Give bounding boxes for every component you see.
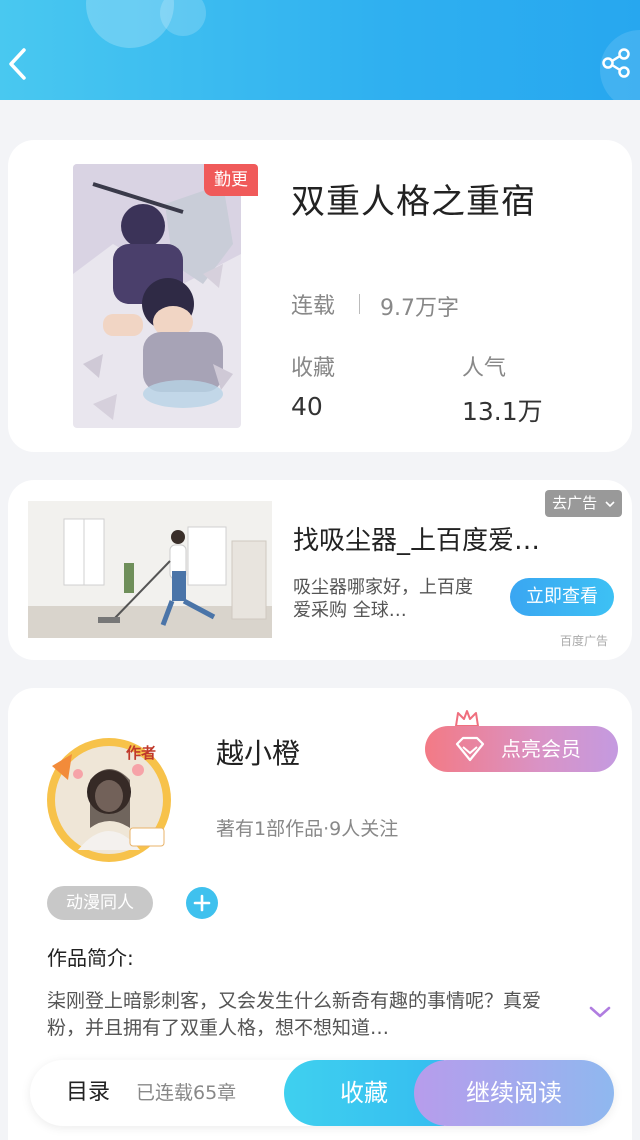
vip-label: 点亮会员 (501, 737, 581, 761)
book-info-card: 勤更 双重人格之重宿 连载 9.7万字 收藏 40 人气 13.1万 (8, 140, 632, 452)
book-status: 连载 (291, 294, 336, 319)
cover-illustration (73, 164, 241, 428)
chevron-down-icon (589, 1006, 611, 1018)
ad-photo (28, 501, 272, 638)
author-avatar[interactable]: 作者 (38, 730, 180, 866)
toc-button[interactable]: 目录 (66, 1060, 110, 1126)
author-meta: 著有1部作品·9人关注 (216, 818, 399, 840)
word-count: 9.7万字 (380, 296, 459, 321)
ad-source-label: 百度广告 (559, 634, 608, 648)
author-badge: 作者 (126, 744, 157, 762)
ad-card[interactable]: 去广告 找吸尘器_上百度爱… 吸尘器哪家好，上百度爱采购 全球… 立即查看 百度… (8, 480, 632, 660)
decor-bubble (160, 0, 206, 36)
stat-label-favorites: 收藏 (291, 356, 336, 381)
stat-value-popularity: 13.1万 (462, 397, 543, 426)
top-header (0, 0, 640, 100)
book-title: 双重人格之重宿 (291, 182, 536, 222)
vip-activate-button[interactable]: 点亮会员 (425, 726, 618, 772)
chevron-left-icon (9, 48, 26, 80)
intro-heading: 作品简介: (47, 946, 134, 970)
avatar-image (47, 738, 171, 862)
intro-text: 柒刚登上暗影刺客，又会发生什么新奇有趣的事情呢？真爱粉，并且拥有了双重人格，想不… (47, 990, 542, 1039)
ad-image[interactable] (28, 501, 272, 638)
back-button[interactable] (4, 44, 32, 84)
book-cover[interactable] (73, 164, 241, 428)
author-name[interactable]: 越小橙 (216, 732, 300, 772)
remove-ad-label: 去广告 (552, 494, 598, 512)
continue-reading-button[interactable]: 继续阅读 (414, 1060, 614, 1126)
chapter-count: 已连载65章 (136, 1082, 237, 1104)
category-tag[interactable]: 动漫同人 (47, 886, 153, 920)
update-badge: 勤更 (204, 164, 258, 196)
ad-view-button[interactable]: 立即查看 (510, 578, 614, 616)
share-button[interactable] (600, 46, 634, 80)
share-icon (602, 48, 630, 78)
stat-label-popularity: 人气 (462, 356, 507, 381)
remove-ad-button[interactable]: 去广告 (545, 490, 622, 517)
expand-intro-button[interactable] (588, 1004, 612, 1020)
ad-description: 吸尘器哪家好，上百度爱采购 全球… (293, 577, 473, 621)
divider (359, 294, 360, 314)
plus-icon (193, 894, 211, 912)
diamond-icon (455, 736, 485, 762)
ad-title[interactable]: 找吸尘器_上百度爱… (293, 520, 540, 557)
chevron-down-icon (605, 501, 615, 508)
add-tag-button[interactable] (186, 887, 218, 919)
bottom-action-bar: 目录 已连载65章 收藏 继续阅读 (30, 1060, 614, 1126)
stat-value-favorites: 40 (291, 392, 323, 421)
